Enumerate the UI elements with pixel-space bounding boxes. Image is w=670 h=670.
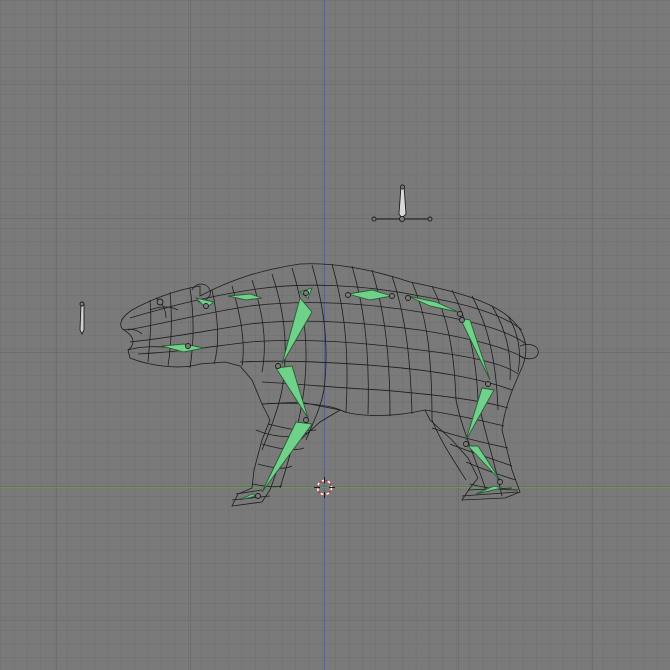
lamp-object[interactable] (79, 301, 85, 336)
3d-viewport[interactable] (0, 0, 670, 670)
grid-major (0, 0, 670, 670)
